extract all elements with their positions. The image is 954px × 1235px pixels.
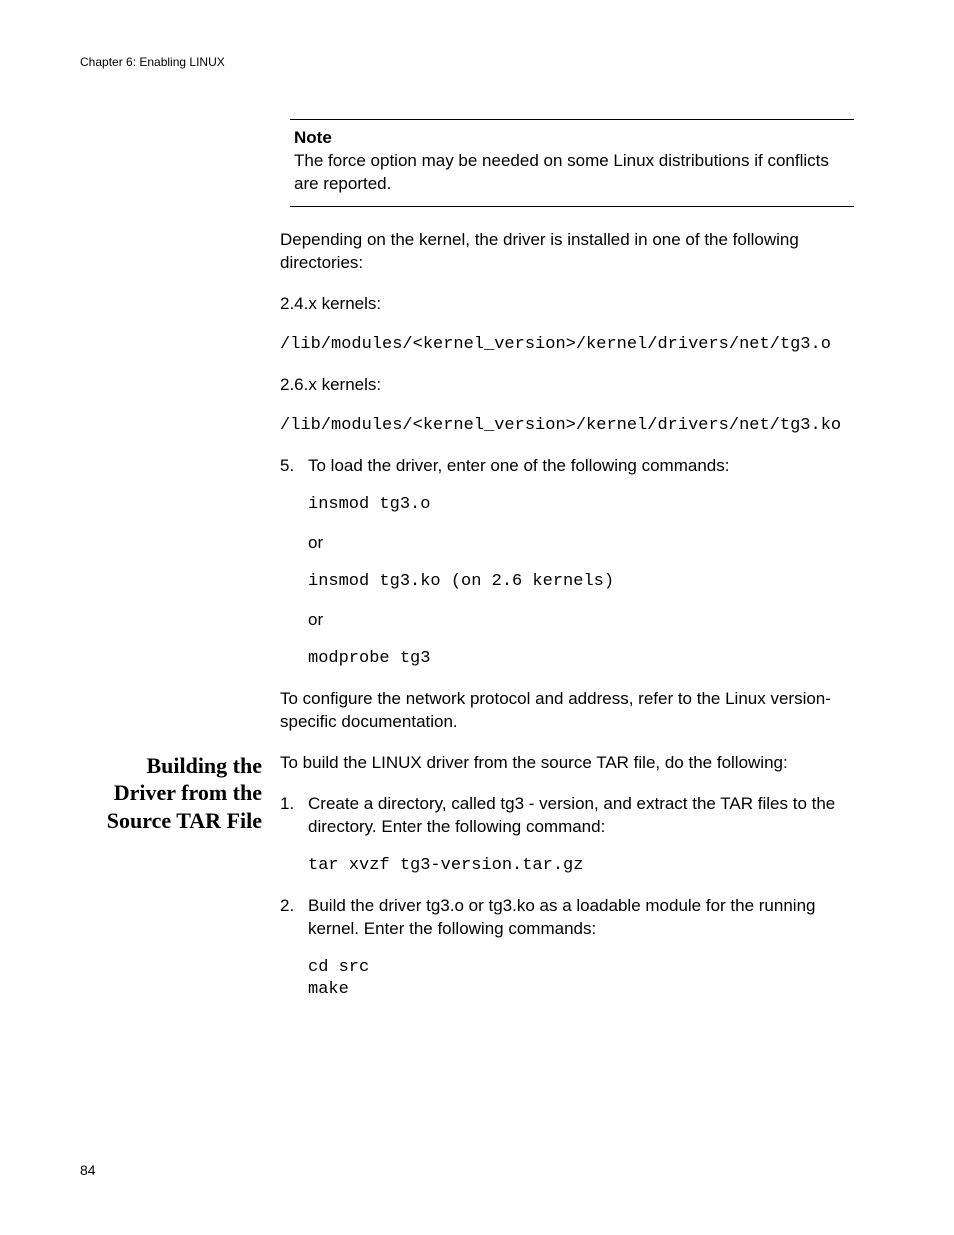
main-column-1: Note The force option may be needed on s… [280, 119, 874, 752]
cmd-tar: tar xvzf tg3-version.tar.gz [308, 855, 854, 877]
tar-step2-text: Build the driver tg3.o or tg3.ko as a lo… [308, 895, 854, 941]
label-26-kernels: 2.6.x kernels: [280, 374, 854, 397]
left-margin-2: Building the Driver from the Source TAR … [80, 752, 280, 835]
cmd-insmod-o: insmod tg3.o [308, 494, 854, 516]
section-heading-building: Building the Driver from the Source TAR … [80, 752, 262, 835]
or-2: or [308, 609, 854, 632]
content-block-2: Building the Driver from the Source TAR … [80, 752, 874, 1019]
note-box: Note The force option may be needed on s… [290, 119, 854, 207]
or-1: or [308, 532, 854, 555]
cmd-make: make [308, 979, 854, 1001]
main-column-2: To build the LINUX driver from the sourc… [280, 752, 874, 1019]
tar-step-1: Create a directory, called tg3 - version… [280, 793, 854, 877]
page: Chapter 6: Enabling LINUX Note The force… [0, 0, 954, 1019]
code-path-24: /lib/modules/<kernel_version>/kernel/dri… [280, 334, 854, 356]
para-configure: To configure the network protocol and ad… [280, 688, 854, 734]
code-path-26: /lib/modules/<kernel_version>/kernel/dri… [280, 415, 854, 437]
para-depending: Depending on the kernel, the driver is i… [280, 229, 854, 275]
running-header: Chapter 6: Enabling LINUX [80, 55, 874, 69]
ordered-list-continued: To load the driver, enter one of the fol… [280, 455, 854, 670]
cmd-cd: cd src [308, 957, 854, 979]
label-24-kernels: 2.4.x kernels: [280, 293, 854, 316]
ordered-list-tar: Create a directory, called tg3 - version… [280, 793, 854, 1001]
cmd-insmod-ko: insmod tg3.ko (on 2.6 kernels) [308, 571, 854, 593]
tar-step1-text: Create a directory, called tg3 - version… [308, 793, 854, 839]
section2-intro: To build the LINUX driver from the sourc… [280, 752, 854, 775]
note-body: The force option may be needed on some L… [294, 150, 850, 196]
cmd-modprobe: modprobe tg3 [308, 648, 854, 670]
page-number: 84 [80, 1162, 96, 1178]
content-block-1: Note The force option may be needed on s… [80, 119, 874, 752]
step-5: To load the driver, enter one of the fol… [280, 455, 854, 670]
tar-step-2: Build the driver tg3.o or tg3.ko as a lo… [280, 895, 854, 1001]
step5-text: To load the driver, enter one of the fol… [308, 455, 854, 478]
note-title: Note [294, 128, 850, 148]
